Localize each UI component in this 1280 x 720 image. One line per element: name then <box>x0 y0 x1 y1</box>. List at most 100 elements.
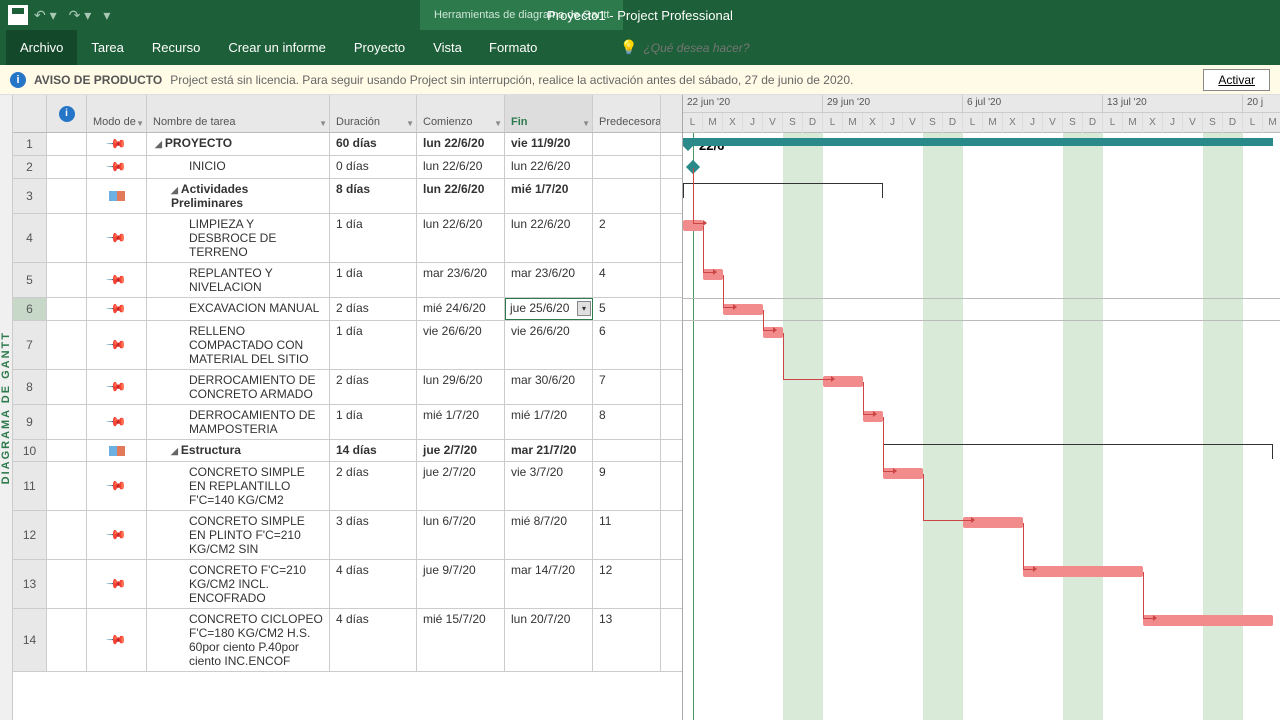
cell-start[interactable]: mié 1/7/20 <box>417 405 505 439</box>
cell-name[interactable]: ◢Actividades Preliminares <box>147 179 330 213</box>
cell-end[interactable]: lun 22/6/20 <box>505 156 593 178</box>
save-icon[interactable] <box>8 5 28 25</box>
cell-start[interactable]: jue 9/7/20 <box>417 560 505 608</box>
cell-id[interactable]: 2 <box>13 156 47 178</box>
chevron-down-icon[interactable]: ▼ <box>494 119 502 128</box>
cell-duration[interactable]: 3 días <box>330 511 417 559</box>
cell-duration[interactable]: 14 días <box>330 440 417 461</box>
cell-predecessors[interactable]: 12 <box>593 560 661 608</box>
chevron-down-icon[interactable]: ▼ <box>136 119 144 128</box>
redo-icon[interactable]: ↷ ▾ <box>69 7 92 24</box>
cell-mode[interactable] <box>87 440 147 461</box>
table-row[interactable]: 10◢Estructura14 díasjue 2/7/20mar 21/7/2… <box>13 440 682 462</box>
col-info[interactable]: i <box>47 95 87 132</box>
cell-id[interactable]: 14 <box>13 609 47 671</box>
summary-bracket[interactable] <box>883 444 1273 454</box>
cell-end[interactable]: lun 20/7/20 <box>505 609 593 671</box>
cell-mode[interactable]: 📌 <box>87 405 147 439</box>
tab-report[interactable]: Crear un informe <box>214 30 340 65</box>
cell-predecessors[interactable] <box>593 440 661 461</box>
cell-mode[interactable]: 📌 <box>87 263 147 297</box>
task-bar[interactable] <box>1143 615 1273 626</box>
cell-id[interactable]: 5 <box>13 263 47 297</box>
cell-mode[interactable]: 📌 <box>87 609 147 671</box>
cell-predecessors[interactable] <box>593 156 661 178</box>
cell-info[interactable] <box>47 263 87 297</box>
cell-name[interactable]: CONCRETO SIMPLE EN PLINTO F'C=210 KG/CM2… <box>147 511 330 559</box>
cell-start[interactable]: lun 22/6/20 <box>417 156 505 178</box>
cell-mode[interactable]: 📌 <box>87 560 147 608</box>
activate-button[interactable]: Activar <box>1203 69 1270 91</box>
cell-mode[interactable]: 📌 <box>87 133 147 155</box>
cell-predecessors[interactable]: 13 <box>593 609 661 671</box>
table-row[interactable]: 4📌LIMPIEZA Y DESBROCE DE TERRENO1 díalun… <box>13 214 682 263</box>
cell-start[interactable]: mié 24/6/20 <box>417 298 505 320</box>
cell-info[interactable] <box>47 370 87 404</box>
cell-predecessors[interactable]: 4 <box>593 263 661 297</box>
qat-dropdown-icon[interactable]: ▾ <box>103 7 110 24</box>
cell-name[interactable]: LIMPIEZA Y DESBROCE DE TERRENO <box>147 214 330 262</box>
cell-predecessors[interactable]: 8 <box>593 405 661 439</box>
cell-start[interactable]: lun 22/6/20 <box>417 179 505 213</box>
cell-mode[interactable]: 📌 <box>87 156 147 178</box>
chevron-down-icon[interactable]: ▼ <box>406 119 414 128</box>
cell-info[interactable] <box>47 462 87 510</box>
cell-start[interactable]: lun 22/6/20 <box>417 133 505 155</box>
table-row[interactable]: 9📌DERROCAMIENTO DE MAMPOSTERIA1 díamié 1… <box>13 405 682 440</box>
cell-duration[interactable]: 8 días <box>330 179 417 213</box>
chevron-down-icon[interactable]: ▼ <box>319 119 327 128</box>
cell-info[interactable] <box>47 511 87 559</box>
cell-end[interactable]: mar 30/6/20 <box>505 370 593 404</box>
cell-predecessors[interactable] <box>593 179 661 213</box>
cell-name[interactable]: INICIO <box>147 156 330 178</box>
cell-name[interactable]: DERROCAMIENTO DE MAMPOSTERIA <box>147 405 330 439</box>
cell-id[interactable]: 9 <box>13 405 47 439</box>
table-row[interactable]: 14 📌CONCRETO CICLOPEO F'C=180 KG/CM2 H.S.… <box>13 609 682 672</box>
cell-start[interactable]: lun 6/7/20 <box>417 511 505 559</box>
cell-mode[interactable] <box>87 179 147 213</box>
col-mode[interactable]: Modo de▼ <box>87 95 147 132</box>
collapse-icon[interactable]: ◢ <box>171 185 178 195</box>
cell-id[interactable]: 13 <box>13 560 47 608</box>
table-row[interactable]: 5📌REPLANTEO Y NIVELACION1 díamar 23/6/20… <box>13 263 682 298</box>
cell-end[interactable]: vie 11/9/20 <box>505 133 593 155</box>
col-name[interactable]: Nombre de tarea▼ <box>147 95 330 132</box>
date-dropdown-icon[interactable]: ▾ <box>577 301 591 316</box>
cell-end[interactable]: mié 8/7/20 <box>505 511 593 559</box>
table-row[interactable]: 2📌INICIO0 díaslun 22/6/20lun 22/6/20 <box>13 156 682 179</box>
collapse-icon[interactable]: ◢ <box>171 446 178 456</box>
cell-name[interactable]: ◢Estructura <box>147 440 330 461</box>
tell-me-input[interactable] <box>643 41 843 55</box>
cell-id[interactable]: 12 <box>13 511 47 559</box>
cell-predecessors[interactable]: 11 <box>593 511 661 559</box>
cell-name[interactable]: DERROCAMIENTO DE CONCRETO ARMADO <box>147 370 330 404</box>
cell-name[interactable]: EXCAVACION MANUAL <box>147 298 330 320</box>
col-id[interactable] <box>13 95 47 132</box>
tab-resource[interactable]: Recurso <box>138 30 214 65</box>
table-row[interactable]: 3◢Actividades Preliminares8 díaslun 22/6… <box>13 179 682 214</box>
table-row[interactable]: 8📌DERROCAMIENTO DE CONCRETO ARMADO2 días… <box>13 370 682 405</box>
cell-mode[interactable]: 📌 <box>87 462 147 510</box>
tab-file[interactable]: Archivo <box>6 30 77 65</box>
cell-id[interactable]: 11 <box>13 462 47 510</box>
cell-duration[interactable]: 60 días <box>330 133 417 155</box>
gantt-body[interactable]: 22/6 <box>683 133 1280 720</box>
cell-end[interactable]: vie 3/7/20 <box>505 462 593 510</box>
summary-bar[interactable] <box>683 138 1273 146</box>
cell-predecessors[interactable]: 2 <box>593 214 661 262</box>
cell-end[interactable]: mar 23/6/20 <box>505 263 593 297</box>
col-duration[interactable]: Duración▼ <box>330 95 417 132</box>
cell-duration[interactable]: 2 días <box>330 462 417 510</box>
cell-start[interactable]: mié 15/7/20 <box>417 609 505 671</box>
cell-end[interactable]: mar 21/7/20 <box>505 440 593 461</box>
cell-name[interactable]: REPLANTEO Y NIVELACION <box>147 263 330 297</box>
selection-line[interactable] <box>683 298 1280 299</box>
cell-info[interactable] <box>47 321 87 369</box>
cell-id[interactable]: 7 <box>13 321 47 369</box>
cell-end[interactable]: vie 26/6/20 <box>505 321 593 369</box>
cell-predecessors[interactable]: 7 <box>593 370 661 404</box>
tab-format[interactable]: Formato <box>475 30 551 65</box>
cell-info[interactable] <box>47 133 87 155</box>
tab-task[interactable]: Tarea <box>77 30 138 65</box>
cell-name[interactable]: CONCRETO CICLOPEO F'C=180 KG/CM2 H.S. 60… <box>147 609 330 671</box>
